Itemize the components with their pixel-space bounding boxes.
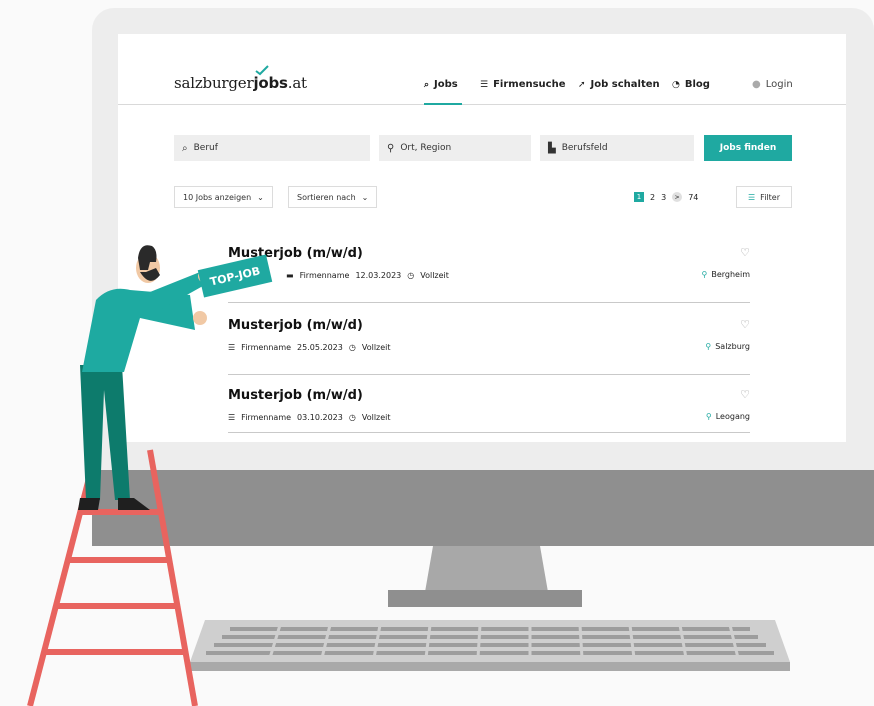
ladder (27, 449, 198, 706)
person-on-ladder-illustration (27, 245, 212, 706)
